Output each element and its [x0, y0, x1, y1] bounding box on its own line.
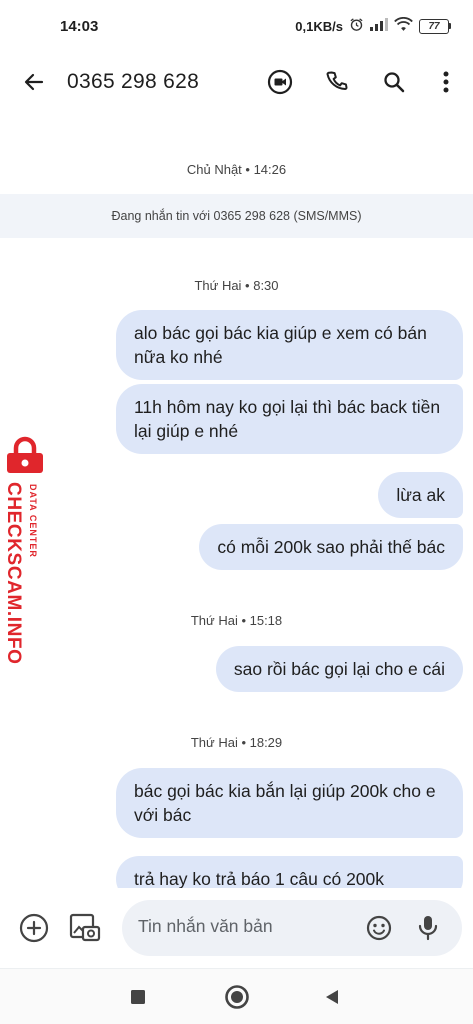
battery-level: 77 — [419, 18, 449, 34]
message-bubble[interactable]: sao rồi bác gọi lại cho e cái — [215, 646, 463, 692]
add-circle-icon[interactable] — [17, 911, 51, 945]
message-bubble[interactable]: 11h hôm nay ko gọi lại thì bác back tiền… — [116, 384, 463, 454]
date-separator: Thứ Hai • 8:30 — [194, 278, 279, 293]
alarm-icon — [349, 17, 364, 35]
battery-icon: 77 — [419, 18, 451, 34]
compose-field[interactable] — [122, 900, 462, 956]
app-bar: 0365 298 628 — [0, 52, 473, 112]
svg-text:CHECKSCAM.INFO: CHECKSCAM.INFO — [3, 482, 24, 665]
conversation-thread[interactable]: Chủ Nhật • 14:26 Đang nhắn tin với 0365 … — [0, 112, 473, 888]
contact-title: 0365 298 628 — [67, 70, 200, 93]
watermark-logo: DATA CENTER CHECKSCAM.INFO — [2, 436, 50, 666]
phone-icon[interactable] — [321, 66, 353, 98]
home-circle-icon[interactable] — [223, 983, 251, 1011]
back-triangle-icon[interactable] — [318, 983, 346, 1011]
mic-icon[interactable] — [411, 911, 445, 945]
message-bubble[interactable]: trả hay ko trả báo 1 câu có 200k — [116, 856, 463, 888]
search-icon[interactable] — [378, 66, 410, 98]
status-time: 14:03 — [60, 18, 99, 35]
message-bubble[interactable]: alo bác gọi bác kia giúp e xem có bán nữ… — [116, 310, 463, 380]
navigation-bar — [0, 968, 473, 1024]
video-call-icon[interactable] — [264, 66, 296, 98]
status-indicators: 0,1KB/s 77 — [295, 17, 451, 35]
date-separator: Chủ Nhật • 14:26 — [186, 162, 287, 177]
gallery-icon[interactable] — [68, 911, 102, 945]
compose-bar — [0, 888, 473, 968]
wifi-icon — [394, 17, 413, 35]
signal-icon — [370, 18, 388, 34]
date-separator: Thứ Hai • 15:18 — [190, 613, 283, 628]
network-speed: 0,1KB/s — [295, 18, 343, 34]
svg-text:DATA CENTER: DATA CENTER — [28, 484, 38, 558]
message-input[interactable] — [138, 916, 358, 937]
status-bar: 14:03 0,1KB/s 77 — [0, 0, 473, 52]
date-separator: Thứ Hai • 18:29 — [190, 735, 283, 750]
recents-square-icon[interactable] — [124, 983, 152, 1011]
message-bubble[interactable]: có mỗi 200k sao phải thế bác — [199, 524, 463, 570]
back-arrow-icon[interactable] — [18, 66, 50, 98]
message-bubble[interactable]: bác gọi bác kia bắn lại giúp 200k cho e … — [116, 768, 463, 838]
more-vert-icon[interactable] — [430, 66, 462, 98]
emoji-icon[interactable] — [362, 911, 396, 945]
message-bubble[interactable]: lừa ak — [378, 472, 463, 518]
messaging-info-banner: Đang nhắn tin với 0365 298 628 (SMS/MMS) — [0, 194, 473, 238]
